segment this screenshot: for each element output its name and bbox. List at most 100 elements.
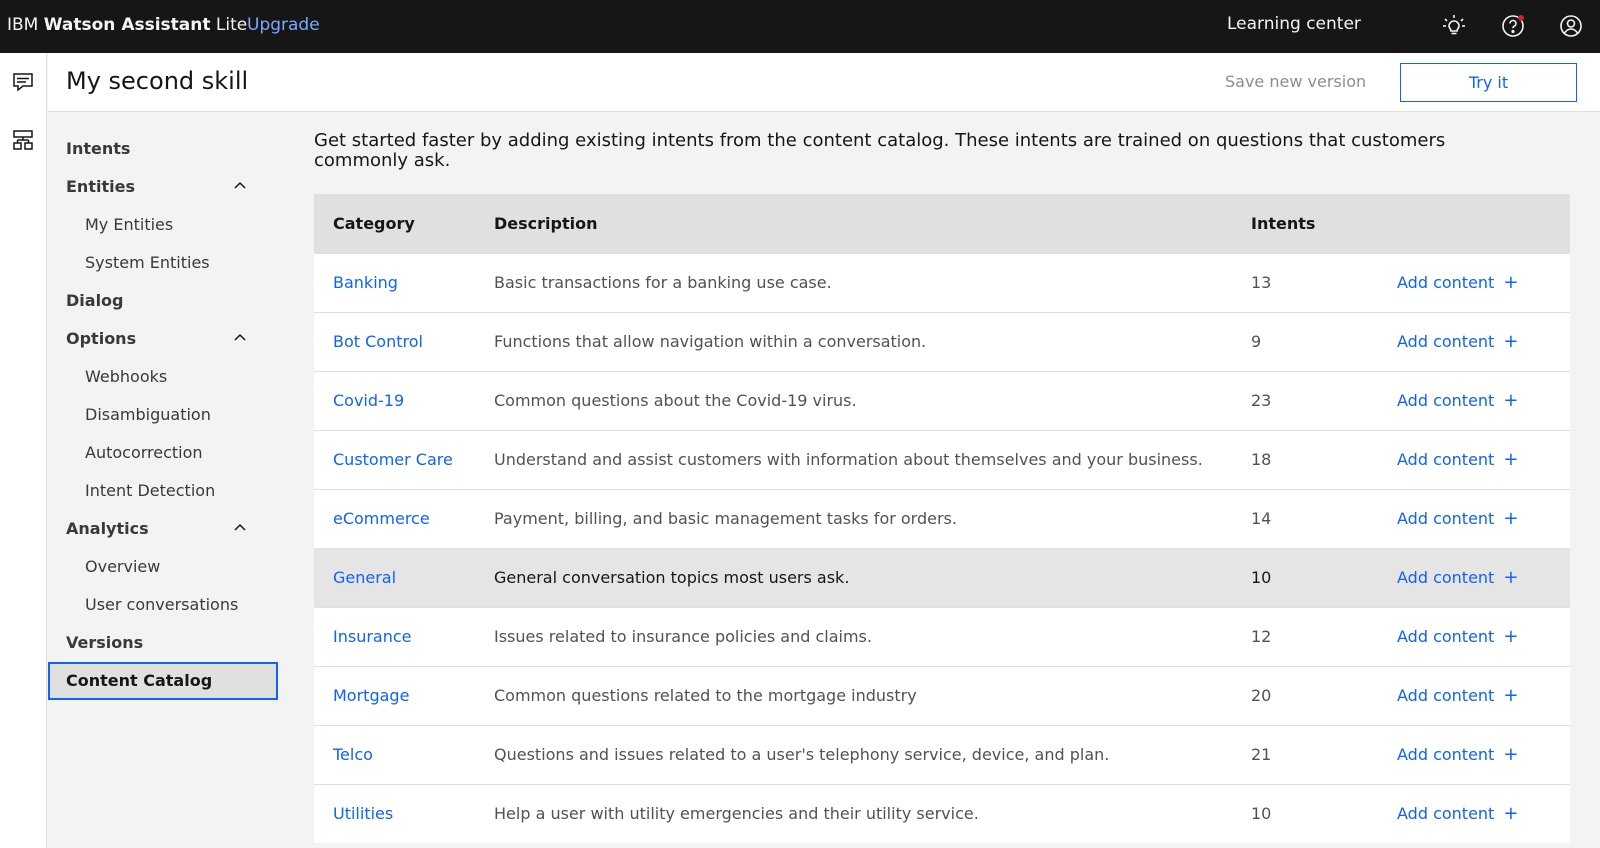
intents-count: 13 [1251,273,1272,292]
sidebar-item-label: Intent Detection [85,481,216,500]
sidebar-item-options[interactable]: Options [48,320,278,358]
sidebar-item-content-catalog[interactable]: Content Catalog [48,662,278,700]
sidebar-item-overview[interactable]: Overview [48,548,278,586]
left-rail [0,53,47,848]
sidebar-item-my-entities[interactable]: My Entities [48,206,278,244]
add-content-button[interactable]: Add content + [1397,726,1518,784]
add-content-button[interactable]: Add content + [1397,490,1518,548]
sidebar-item-webhooks[interactable]: Webhooks [48,358,278,396]
sidebar-item-intent-detection[interactable]: Intent Detection [48,472,278,510]
help-icon[interactable] [1498,11,1528,41]
product-name[interactable]: IBM Watson Assistant Lite [7,15,247,35]
skills-icon[interactable] [6,123,40,157]
plus-icon: + [1503,803,1519,824]
header-category[interactable]: Category [333,194,415,253]
add-content-button[interactable]: Add content + [1397,431,1518,489]
table-row: Telco Questions and issues related to a u… [314,725,1570,784]
add-content-label: Add content [1397,332,1495,351]
sidebar-item-autocorrection[interactable]: Autocorrection [48,434,278,472]
add-content-label: Add content [1397,273,1495,292]
intents-count: 21 [1251,745,1272,764]
header-description[interactable]: Description [494,194,597,253]
description-cell: Functions that allow navigation within a… [494,332,927,351]
learning-center-link[interactable]: Learning center [1227,14,1361,34]
sidebar-item-label: Content Catalog [66,671,213,690]
sidebar-item-disambiguation[interactable]: Disambiguation [48,396,278,434]
chevron-up-icon[interactable] [232,520,248,536]
sidebar-item-label: Entities [66,177,135,196]
sidebar-item-label: User conversations [85,595,239,614]
category-link[interactable]: Bot Control [333,313,423,371]
intro-text: Get started faster by adding existing in… [314,130,1446,171]
table-row: Banking Basic transactions for a banking … [314,253,1570,312]
intents-count: 14 [1251,509,1272,528]
try-it-button[interactable]: Try it [1400,63,1577,102]
plus-icon: + [1503,626,1519,647]
sidebar-item-label: Analytics [66,519,149,538]
add-content-button[interactable]: Add content + [1397,372,1518,430]
category-link[interactable]: General [333,549,396,607]
add-content-label: Add content [1397,804,1495,823]
plus-icon: + [1503,508,1519,529]
intents-count: 20 [1251,686,1272,705]
user-icon[interactable] [1556,11,1586,41]
category-link[interactable]: Telco [333,726,373,784]
chat-icon[interactable] [6,65,40,99]
sidebar-item-label: My Entities [85,215,174,234]
category-link[interactable]: Covid-19 [333,372,404,430]
sidebar-item-analytics[interactable]: Analytics [48,510,278,548]
category-link[interactable]: eCommerce [333,490,430,548]
table-row: Bot Control Functions that allow navigati… [314,312,1570,371]
category-link[interactable]: Mortgage [333,667,409,725]
intents-count: 10 [1251,804,1272,823]
chevron-up-icon[interactable] [232,178,248,194]
plus-icon: + [1503,744,1519,765]
upgrade-link[interactable]: Upgrade [247,15,320,35]
brand-prefix: IBM [7,15,44,35]
plus-icon: + [1503,390,1519,411]
category-link[interactable]: Utilities [333,785,393,843]
sidebar-item-intents[interactable]: Intents [48,130,278,168]
sidebar-item-system-entities[interactable]: System Entities [48,244,278,282]
sidebar-item-label: Options [66,329,137,348]
plus-icon: + [1503,685,1519,706]
add-content-label: Add content [1397,509,1495,528]
category-link[interactable]: Customer Care [333,431,453,489]
sidebar-item-user-conversations[interactable]: User conversations [48,586,278,624]
table-row: Customer Care Understand and assist custo… [314,430,1570,489]
lightbulb-icon[interactable] [1439,11,1469,41]
sidebar-item-entities[interactable]: Entities [48,168,278,206]
sidebar-item-versions[interactable]: Versions [48,624,278,662]
add-content-button[interactable]: Add content + [1397,254,1518,312]
intents-count: 12 [1251,627,1272,646]
plus-icon: + [1503,567,1519,588]
add-content-button[interactable]: Add content + [1397,313,1518,371]
description-cell: Understand and assist customers with inf… [494,450,1203,469]
sidebar-item-label: Disambiguation [85,405,211,424]
save-new-version-button[interactable]: Save new version [1225,72,1366,91]
add-content-button[interactable]: Add content + [1397,667,1518,725]
table-row: Covid-19 Common questions about the Covid… [314,371,1570,430]
table-row: Mortgage Common questions related to the … [314,666,1570,725]
sidebar-item-dialog[interactable]: Dialog [48,282,278,320]
description-cell: Issues related to insurance policies and… [494,627,872,646]
brand-suffix: Lite [210,15,248,35]
sidebar-item-label: Versions [66,633,144,652]
plus-icon: + [1503,272,1519,293]
add-content-label: Add content [1397,450,1495,469]
chevron-up-icon[interactable] [232,330,248,346]
category-link[interactable]: Insurance [333,608,412,666]
add-content-button[interactable]: Add content + [1397,785,1518,843]
add-content-button[interactable]: Add content + [1397,608,1518,666]
description-cell: General conversation topics most users a… [494,568,850,587]
add-content-button[interactable]: Add content + [1397,549,1518,607]
brand-bold: Watson Assistant [43,15,211,35]
add-content-label: Add content [1397,686,1495,705]
sidebar-item-label: Autocorrection [85,443,203,462]
category-link[interactable]: Banking [333,254,398,312]
intents-count: 9 [1251,332,1262,351]
sidebar-item-label: Dialog [66,291,124,310]
description-cell: Basic transactions for a banking use cas… [494,273,832,292]
header-intents[interactable]: Intents [1251,194,1315,253]
intents-count: 10 [1251,568,1272,587]
